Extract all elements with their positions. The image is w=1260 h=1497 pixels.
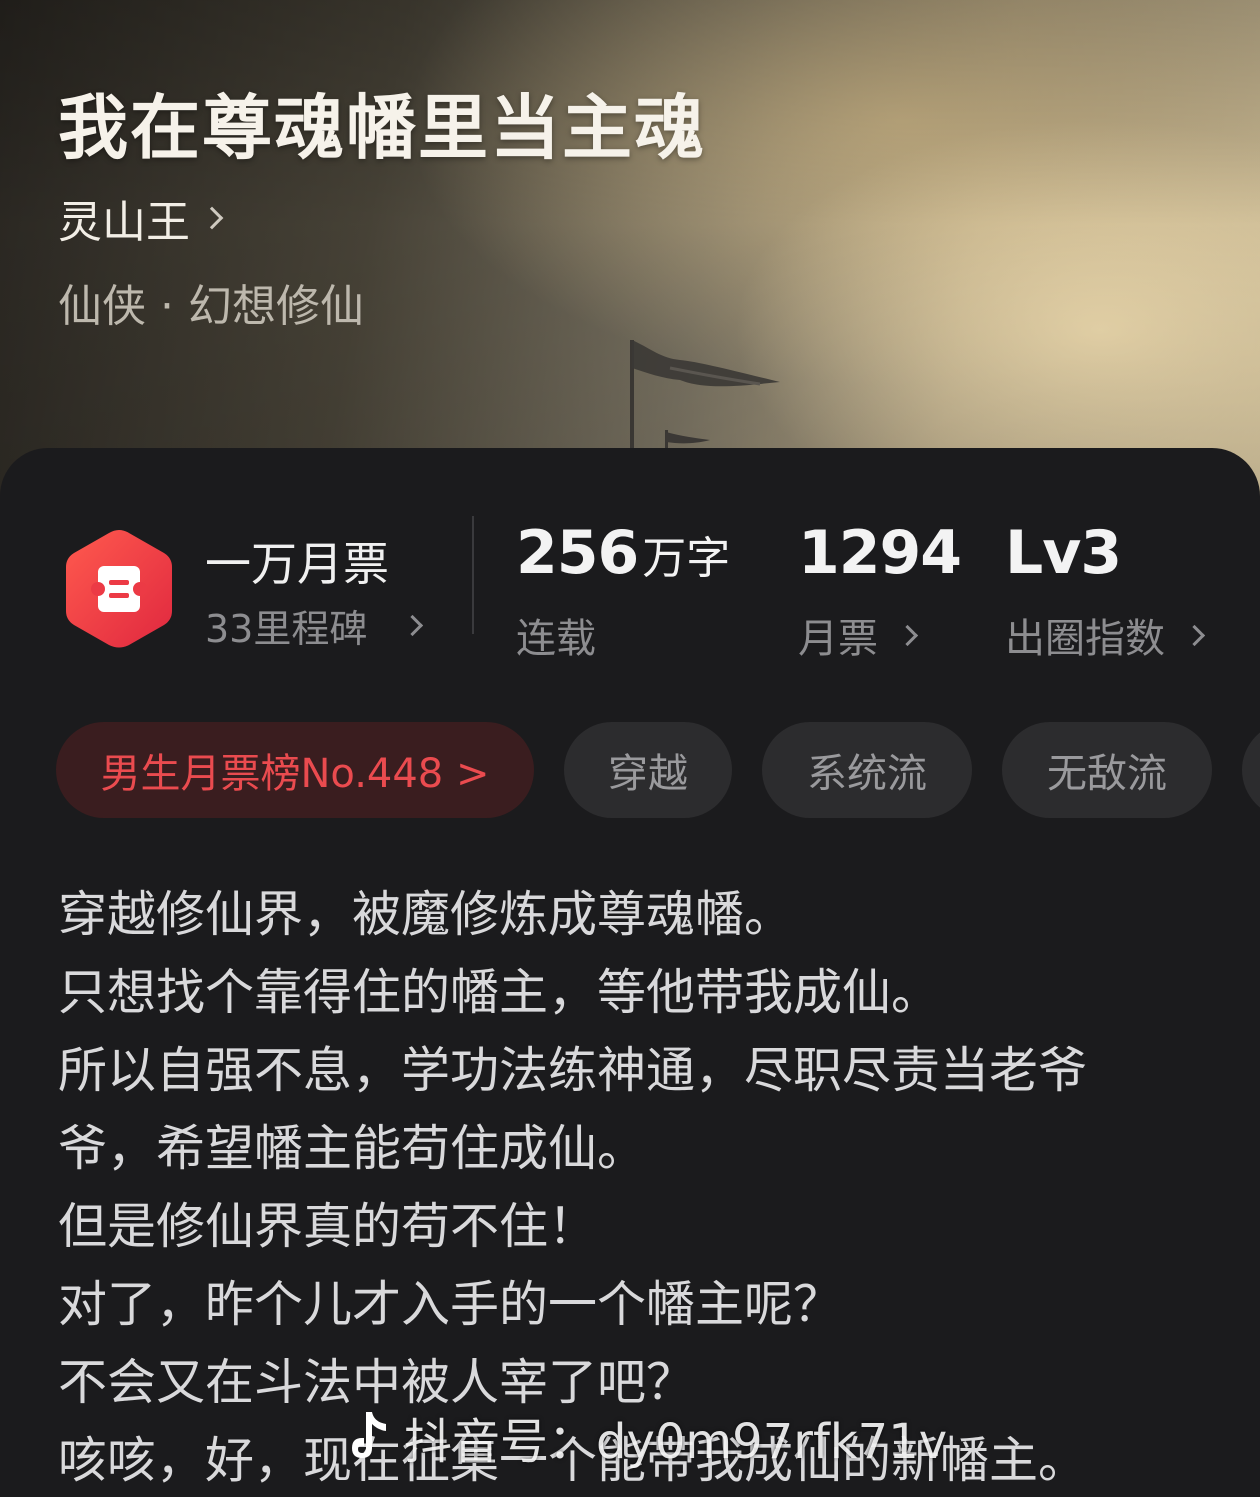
genre-label: 仙侠 · 幻想修仙 xyxy=(58,281,364,332)
stat-word-count: 256 万字 连载 xyxy=(516,518,730,664)
synopsis-line: 爷，希望幡主能苟住成仙。 xyxy=(58,1120,647,1177)
serial-status-label: 连载 xyxy=(516,616,596,662)
stat-monthly-tickets[interactable]: 1294 月票 xyxy=(798,518,962,664)
tag-list: 男生月票榜No.448 > 穿越 系统流 无敌流 xyxy=(56,722,1260,820)
synopsis-line: 所以自强不息，学功法练神通，尽职尽责当老爷 xyxy=(58,1042,1088,1099)
synopsis-line: 穿越修仙界，被魔修炼成尊魂幡。 xyxy=(58,886,794,943)
monthly-tickets-value: 1294 xyxy=(798,518,962,588)
chevron-right-icon xyxy=(1183,624,1206,646)
tag-chip[interactable] xyxy=(1242,722,1260,818)
monthly-tickets-label: 月票 xyxy=(798,616,878,662)
watermark: 抖音号：dy0m97rfk71v xyxy=(344,1402,947,1472)
chevron-right-icon xyxy=(402,614,424,637)
author-link[interactable]: 灵山王 xyxy=(58,186,224,250)
popularity-level-value: Lv3 xyxy=(1005,518,1122,588)
word-count-unit: 万字 xyxy=(642,533,731,584)
banner-flags-illustration xyxy=(630,340,780,460)
tiktok-logo-icon xyxy=(352,1412,386,1458)
author-name: 灵山王 xyxy=(58,197,190,248)
tag-chip[interactable]: 系统流 xyxy=(762,722,972,818)
ticket-badge-icon xyxy=(66,530,172,648)
milestone-subtitle: 33里程碑 xyxy=(205,607,368,651)
rank-tag[interactable]: 男生月票榜No.448 > xyxy=(56,722,534,818)
synopsis-line: 但是修仙界真的苟不住！ xyxy=(58,1198,598,1255)
chevron-right-icon xyxy=(200,206,224,230)
tag-chip[interactable]: 无敌流 xyxy=(1002,722,1212,818)
chevron-right-icon xyxy=(896,624,919,646)
milestone-title: 一万月票 xyxy=(205,537,389,591)
tag-chip[interactable]: 穿越 xyxy=(564,722,732,818)
popularity-index-label: 出圈指数 xyxy=(1005,616,1165,662)
book-title: 我在尊魂幡里当主魂 xyxy=(58,86,706,169)
synopsis-line: 只想找个靠得住的幡主，等他带我成仙。 xyxy=(58,964,941,1021)
synopsis-line: 对了，昨个儿才入手的一个幡主呢？ xyxy=(58,1276,843,1333)
watermark-text: 抖音号：dy0m97rfk71v xyxy=(404,1414,948,1470)
word-count-value: 256 xyxy=(516,518,639,588)
milestone-link[interactable]: 33里程碑 xyxy=(205,598,424,653)
stat-popularity-index[interactable]: Lv3 出圈指数 xyxy=(1005,518,1206,664)
divider xyxy=(472,516,474,634)
